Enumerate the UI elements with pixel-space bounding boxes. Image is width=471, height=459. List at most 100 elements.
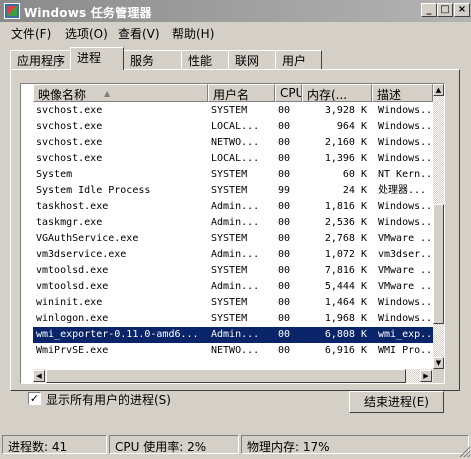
table-row[interactable]: wmi_exporter-0.11.0-amd6... Admin... 00 6,8… [33,327,433,343]
table-row[interactable]: VGAuthService.exe SYSTEM 00 2,768 K VMware .… [33,231,433,247]
show-all-users-label[interactable]: 显示所有用户的进程(S) [46,391,171,408]
process-name: svchost.exe [36,137,103,148]
scroll-right-icon[interactable]: ▶ [420,370,432,382]
end-process-button[interactable]: 结束进程(E) [349,391,444,413]
process-name: System [36,169,73,180]
process-description: WMI Pro... [378,345,433,356]
maximize-button[interactable]: □ [437,3,453,17]
process-cpu: 00 [278,345,291,356]
process-memory: 2,768 K [324,233,367,244]
resize-grip-icon[interactable] [458,445,470,457]
scroll-down-icon[interactable]: ▼ [433,357,444,369]
table-row[interactable]: System SYSTEM 00 60 K NT Kern... [33,167,433,183]
title-bar: Windows 任务管理器 _ □ × [0,0,471,22]
tab-services[interactable]: 服务 [123,50,182,69]
menu-file[interactable]: 文件(F) [11,25,51,42]
table-row[interactable]: svchost.exe NETWO... 00 2,160 K Windows... [33,135,433,151]
process-cpu: 00 [278,105,291,116]
tab-applications[interactable]: 应用程序 [10,50,71,69]
table-row[interactable]: svchost.exe LOCAL... 00 964 K Windows... [33,119,433,135]
horizontal-scrollbar[interactable]: ◀ ▶ [33,369,433,383]
status-cpu-usage: CPU 使用率: 2% [109,435,239,454]
process-cpu: 00 [278,297,291,308]
process-memory: 1,072 K [324,249,367,260]
process-memory: 1,816 K [324,201,367,212]
table-row[interactable]: wininit.exe SYSTEM 00 1,464 K Windows... [33,295,433,311]
process-cpu: 00 [278,121,291,132]
process-user: Admin... [211,217,260,228]
table-row[interactable]: WmiPrvSE.exe NETWO... 00 6,916 K WMI Pro... [33,343,433,359]
list-header: 映像名称 ▲ 用户名 CPU 内存(... 描述 [33,84,433,102]
table-row[interactable]: svchost.exe SYSTEM 00 3,928 K Windows... [33,103,433,119]
vertical-scrollbar[interactable]: ▲ ▼ [433,84,444,369]
tab-networking[interactable]: 联网 [228,50,276,69]
table-row[interactable]: svchost.exe LOCAL... 00 1,396 K Windows... [33,151,433,167]
process-cpu: 00 [278,153,291,164]
column-image-name[interactable]: 映像名称 ▲ [33,84,208,102]
process-list[interactable]: 映像名称 ▲ 用户名 CPU 内存(... 描述 svchost.exe SYST… [20,83,445,384]
process-name: WmiPrvSE.exe [36,345,109,356]
table-row[interactable]: vmtoolsd.exe SYSTEM 00 7,816 K VMware ... [33,263,433,279]
close-button[interactable]: × [454,3,470,17]
show-all-users-checkbox[interactable]: ✓ [28,392,41,405]
table-row[interactable]: winlogon.exe SYSTEM 00 1,968 K Windows... [33,311,433,327]
process-user: SYSTEM [211,313,248,324]
process-user: SYSTEM [211,265,248,276]
column-description[interactable]: 描述 [372,84,433,102]
process-name: svchost.exe [36,153,103,164]
process-memory: 6,916 K [324,345,367,356]
process-user: NETWO... [211,345,260,356]
process-cpu: 00 [278,169,291,180]
tab-processes[interactable]: 进程 [70,47,124,70]
process-cpu: 00 [278,217,291,228]
column-user-name[interactable]: 用户名 [208,84,275,102]
process-memory: 7,816 K [324,265,367,276]
process-description: Windows... [378,201,433,212]
menu-view[interactable]: 查看(V) [118,25,160,42]
process-name: System Idle Process [36,185,151,196]
process-memory: 5,444 K [324,281,367,292]
process-memory: 3,928 K [324,105,367,116]
table-row[interactable]: vmtoolsd.exe Admin... 00 5,444 K VMware ... [33,279,433,295]
process-cpu: 00 [278,281,291,292]
column-cpu[interactable]: CPU [275,84,302,102]
process-description: Windows... [378,313,433,324]
menu-help[interactable]: 帮助(H) [172,25,214,42]
table-row[interactable]: System Idle Process SYSTEM 99 24 K 处理器... [33,183,433,199]
process-user: SYSTEM [211,105,248,116]
tab-users[interactable]: 用户 [275,50,322,69]
column-memory[interactable]: 内存(... [302,84,372,102]
process-user: SYSTEM [211,185,248,196]
minimize-button[interactable]: _ [421,3,437,17]
process-name: vmtoolsd.exe [36,265,109,276]
process-name: wmi_exporter-0.11.0-amd6... [36,329,199,340]
window-title: Windows 任务管理器 [24,6,152,20]
process-user: SYSTEM [211,297,248,308]
process-memory: 1,396 K [324,153,367,164]
process-user: Admin... [211,281,260,292]
process-name: taskmgr.exe [36,217,103,228]
process-description: VMware ... [378,265,433,276]
process-memory: 60 K [342,169,367,180]
sort-ascending-icon: ▲ [104,89,111,98]
status-bar: 进程数: 41 CPU 使用率: 2% 物理内存: 17% [0,435,471,459]
task-manager-icon [4,3,20,19]
scroll-up-icon[interactable]: ▲ [433,84,444,96]
process-cpu: 99 [278,185,291,196]
horizontal-scroll-thumb[interactable] [46,369,406,383]
process-cpu: 00 [278,249,291,260]
process-name: taskhost.exe [36,201,109,212]
process-user: NETWO... [211,137,260,148]
scroll-corner [433,369,444,383]
process-cpu: 00 [278,201,291,212]
vertical-scroll-thumb[interactable] [433,204,444,324]
process-memory: 6,808 K [324,329,367,340]
tab-performance[interactable]: 性能 [181,50,229,69]
scroll-left-icon[interactable]: ◀ [33,370,45,382]
process-memory: 964 K [336,121,367,132]
table-row[interactable]: vm3dservice.exe Admin... 00 1,072 K vm3dser.… [33,247,433,263]
table-row[interactable]: taskhost.exe Admin... 00 1,816 K Windows... [33,199,433,215]
menu-options[interactable]: 选项(O) [65,25,108,42]
status-physical-memory: 物理内存: 17% [241,435,469,454]
table-row[interactable]: taskmgr.exe Admin... 00 2,536 K Windows... [33,215,433,231]
